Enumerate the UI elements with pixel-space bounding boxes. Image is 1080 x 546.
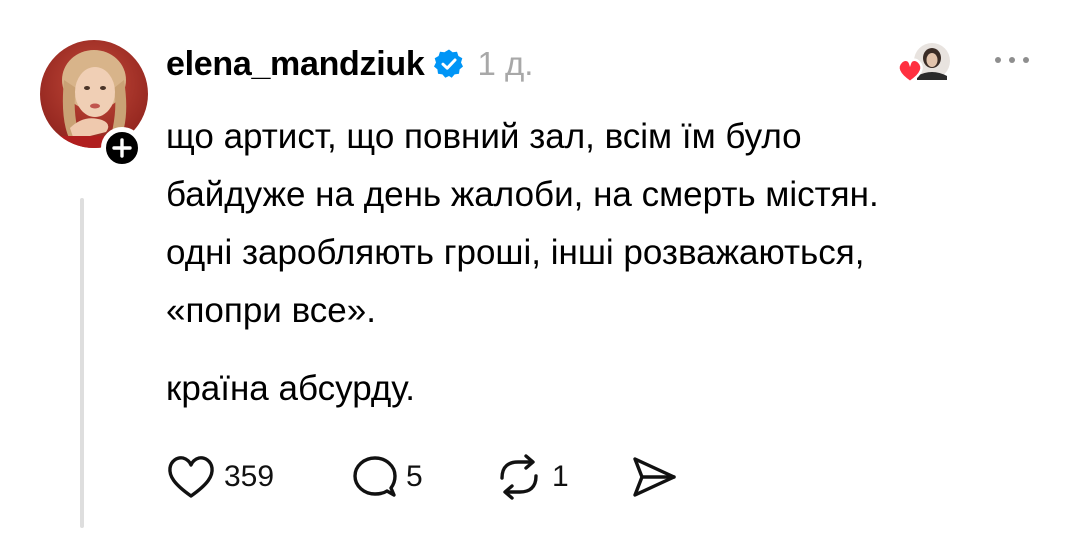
reply-button[interactable]: 5 bbox=[352, 454, 494, 500]
heart-icon bbox=[168, 456, 214, 498]
post-text-line: що артист, що повний зал, всім їм було bbox=[166, 117, 802, 156]
post-paragraph: що артист, що повний зал, всім їм було б… bbox=[166, 108, 1046, 340]
follow-button[interactable] bbox=[101, 127, 143, 169]
post-body: що артист, що повний зал, всім їм було б… bbox=[166, 108, 1046, 418]
post-timestamp: 1 д. bbox=[477, 45, 534, 82]
post-paragraph: країна абсурду. bbox=[166, 360, 1046, 418]
reply-count: 5 bbox=[406, 460, 423, 493]
send-icon bbox=[633, 457, 676, 497]
post-text-line: «попри все». bbox=[166, 291, 376, 330]
post-actions: 359 5 1 bbox=[166, 452, 678, 502]
post-header: elena_mandziuk 1 д. bbox=[166, 40, 533, 88]
thread-line bbox=[80, 198, 84, 528]
post-text-line: байдуже на день жалоби, на смерть містян… bbox=[166, 175, 879, 214]
verified-badge-icon bbox=[433, 48, 465, 80]
more-options-icon[interactable] bbox=[990, 50, 1034, 70]
liked-by-author-avatar[interactable] bbox=[895, 40, 953, 88]
post-text-line: країна абсурду. bbox=[166, 369, 416, 408]
thread-post: elena_mandziuk 1 д. що артист, що повний… bbox=[0, 0, 1080, 546]
repost-arrows-icon bbox=[500, 454, 538, 500]
comment-bubble-icon bbox=[353, 456, 397, 497]
repost-button[interactable]: 1 bbox=[494, 454, 630, 500]
share-button[interactable] bbox=[630, 454, 678, 500]
plus-icon bbox=[112, 138, 132, 158]
post-text-line: одні заробляють гроші, інші розважаються… bbox=[166, 233, 865, 272]
repost-count: 1 bbox=[552, 460, 569, 493]
like-button[interactable]: 359 bbox=[166, 454, 352, 500]
author-avatar-container[interactable] bbox=[40, 40, 148, 169]
like-count: 359 bbox=[224, 460, 275, 493]
author-username[interactable]: elena_mandziuk bbox=[166, 45, 425, 84]
